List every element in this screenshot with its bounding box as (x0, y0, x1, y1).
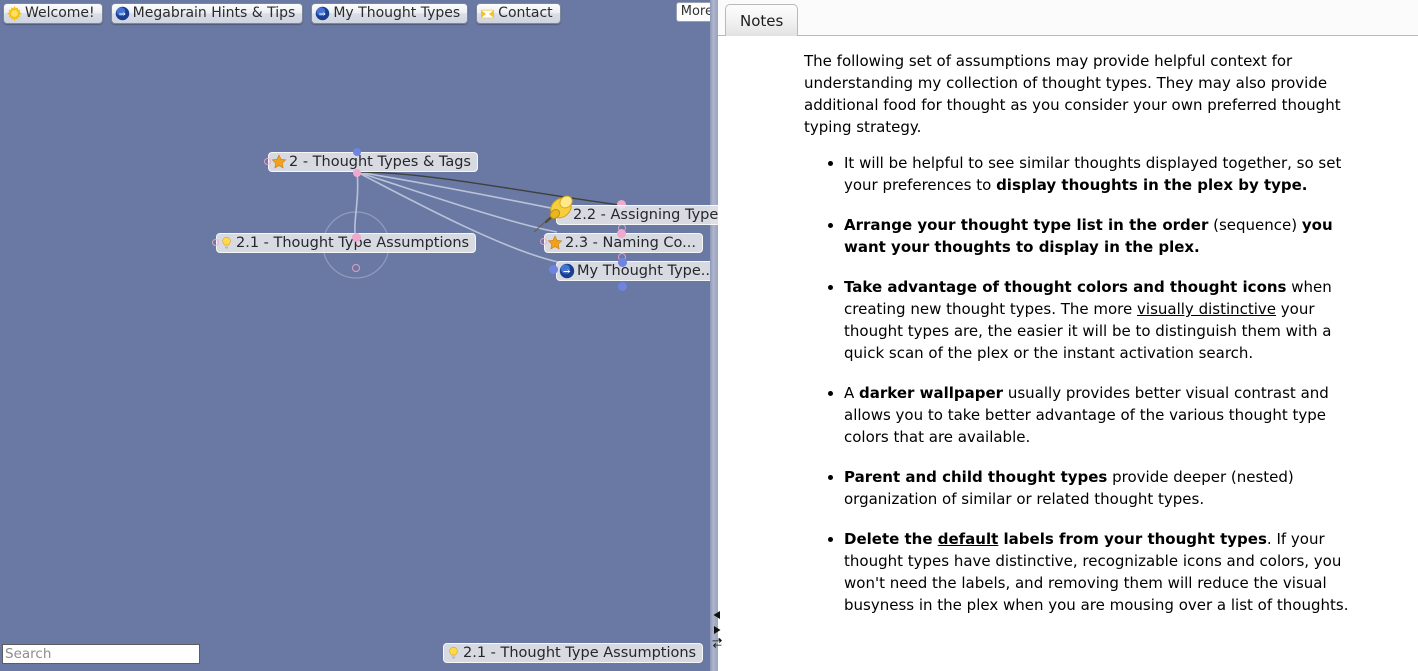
gate-parent[interactable] (618, 258, 627, 267)
thought-node-2-2[interactable]: 2.2 - Assigning Types & Tags (544, 195, 718, 225)
notes-content[interactable]: The following set of assumptions may pro… (718, 36, 1418, 616)
pinned-tab-my-thought-types[interactable]: My Thought Types (311, 3, 469, 24)
notes-bullet-item: Delete the default labels from your thou… (844, 528, 1358, 616)
gold-star-icon (547, 235, 563, 251)
gate-child[interactable] (618, 282, 627, 291)
gold-star-icon (271, 154, 287, 170)
pinned-tab-welcome[interactable]: Welcome! (3, 3, 103, 24)
thought-node-2[interactable]: 2 - Thought Types & Tags (268, 152, 478, 172)
blue-arrow-circle-icon (315, 6, 330, 21)
thought-node-my-thought-types[interactable]: My Thought Type... (556, 261, 718, 281)
pinned-tab-label: Megabrain Hints & Tips (132, 5, 296, 21)
lightbulb-icon (219, 236, 234, 251)
notes-pane: Notes The following set of assumptions m… (718, 0, 1418, 671)
notes-bullet-item: A darker wallpaper usually provides bett… (844, 382, 1358, 448)
expand-right-button[interactable] (710, 623, 724, 636)
gate-jump[interactable] (264, 158, 271, 165)
gate-jump[interactable] (540, 238, 547, 245)
plex-links (322, 171, 621, 279)
notes-bullet-item: It will be helpful to see similar though… (844, 152, 1358, 196)
pinned-tab-strip[interactable]: Welcome! Megabrain Hints & Tips My Thoug… (0, 0, 718, 27)
thought-node-2-1[interactable]: 2.1 - Thought Type Assumptions (216, 233, 477, 253)
triangle-right-icon (714, 625, 721, 634)
collapse-left-button[interactable] (710, 608, 724, 621)
plex-pane[interactable]: Welcome! Megabrain Hints & Tips My Thoug… (0, 0, 718, 671)
gate-child-parent[interactable] (353, 148, 361, 156)
notes-tab-bar: Notes (718, 0, 1418, 36)
pinned-tab-label: Welcome! (25, 5, 95, 21)
tab-notes[interactable]: Notes (725, 4, 799, 36)
brain-app-window: Welcome! Megabrain Hints & Tips My Thoug… (0, 0, 1418, 671)
triangle-left-icon (713, 610, 720, 619)
thought-node-history-2-1[interactable]: 2.1 - Thought Type Assumptions (443, 643, 704, 663)
lightbulb-icon (446, 646, 461, 661)
pinned-tab-label: My Thought Types (333, 5, 461, 21)
pinned-tab-contact[interactable]: Contact (476, 3, 561, 24)
envelope-icon (480, 6, 495, 21)
swap-panes-button[interactable] (710, 636, 724, 649)
gate-child[interactable] (352, 233, 361, 242)
gate-child[interactable] (353, 169, 361, 177)
sun-icon (7, 6, 22, 21)
gate-jump[interactable] (212, 239, 219, 246)
thought-node-label: 2 - Thought Types & Tags (289, 154, 471, 170)
thought-node-label: 2.1 - Thought Type Assumptions (463, 645, 697, 661)
search-input[interactable] (2, 644, 200, 664)
blue-arrow-circle-icon (559, 263, 575, 279)
thought-node-label: 2.2 - Assigning Types & Tags (573, 207, 718, 223)
pinned-tab-label: Contact (498, 5, 553, 21)
thought-node-label: 2.3 - Naming Co... (565, 235, 696, 251)
gate-jump[interactable] (549, 265, 558, 274)
swap-panes-icon (712, 637, 722, 648)
notes-bullet-item: Parent and child thought types provide d… (844, 466, 1358, 510)
pushpin-icon (541, 193, 573, 225)
gate-child-empty[interactable] (352, 264, 360, 272)
notes-bullet-item: Take advantage of thought colors and tho… (844, 276, 1358, 364)
notes-bullet-list: It will be helpful to see similar though… (804, 152, 1358, 616)
notes-bullet-item: Arrange your thought type list in the or… (844, 214, 1358, 258)
pinned-tab-megabrain-hints[interactable]: Megabrain Hints & Tips (110, 3, 304, 24)
notes-intro-paragraph: The following set of assumptions may pro… (804, 52, 1341, 136)
pane-splitter[interactable] (710, 0, 718, 671)
gate-parent[interactable] (617, 229, 626, 238)
blue-arrow-circle-icon (115, 6, 130, 21)
thought-node-label: My Thought Type... (577, 263, 715, 279)
